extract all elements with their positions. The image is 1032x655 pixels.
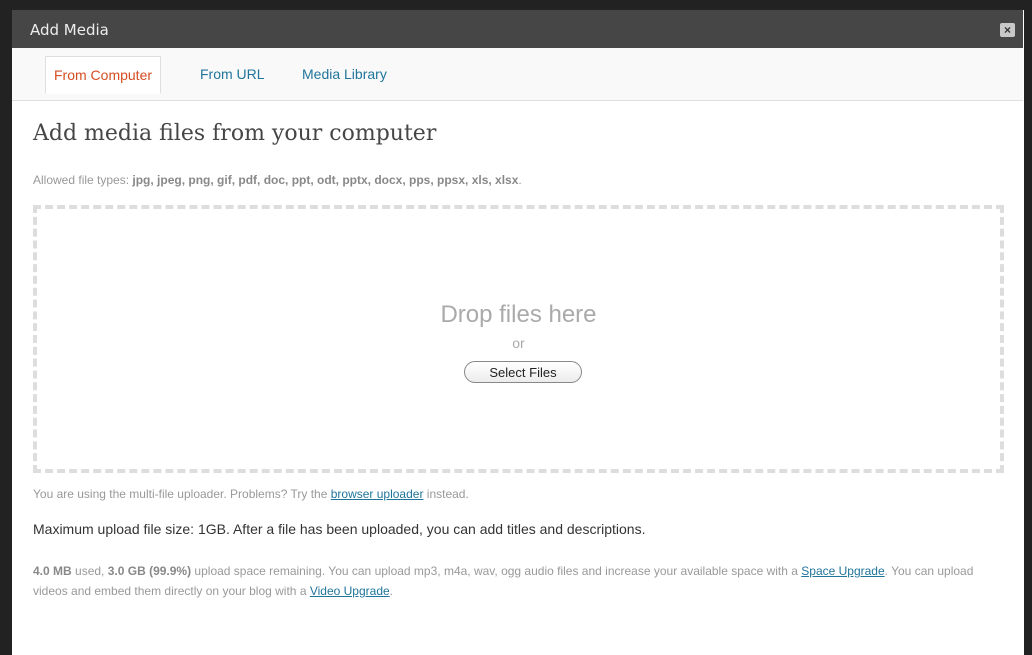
- max-upload-size: Maximum upload file size: 1GB. After a f…: [33, 521, 646, 537]
- tab-media-library[interactable]: Media Library: [294, 56, 395, 92]
- close-icon[interactable]: ×: [1000, 23, 1015, 37]
- uploader-notice-suffix: instead.: [423, 487, 469, 501]
- allowed-types-list: jpg, jpeg, png, gif, pdf, doc, ppt, odt,…: [132, 173, 519, 187]
- drop-zone[interactable]: Drop files here or Select Files: [33, 205, 1004, 473]
- space-upgrade-link[interactable]: Space Upgrade: [801, 564, 884, 578]
- add-media-dialog: Add Media × From Computer From URL Media…: [12, 10, 1023, 655]
- allowed-file-types: Allowed file types: jpg, jpeg, png, gif,…: [33, 173, 522, 187]
- tab-from-computer[interactable]: From Computer: [45, 56, 162, 94]
- space-text-1: used,: [71, 564, 108, 578]
- or-text: or: [512, 335, 525, 351]
- select-files-button[interactable]: Select Files: [464, 361, 582, 383]
- tab-bar: From Computer From URL Media Library: [12, 48, 1023, 101]
- allowed-suffix: .: [518, 173, 522, 187]
- overlay-top: [0, 0, 1032, 10]
- space-text-4: .: [389, 584, 394, 598]
- space-used: 4.0 MB: [33, 564, 72, 578]
- page-title: Add media files from your computer: [33, 121, 437, 146]
- video-upgrade-link[interactable]: Video Upgrade: [310, 584, 390, 598]
- upload-space-info: 4.0 MB used, 3.0 GB (99.9%) upload space…: [33, 561, 993, 601]
- dialog-titlebar: Add Media ×: [12, 10, 1023, 48]
- drop-files-text: Drop files here: [440, 301, 597, 328]
- space-text-2: upload space remaining. You can upload m…: [191, 564, 802, 578]
- uploader-notice-prefix: You are using the multi-file uploader. P…: [33, 487, 331, 501]
- space-remaining: 3.0 GB (99.9%): [107, 564, 192, 578]
- overlay-left: [0, 0, 12, 655]
- allowed-prefix: Allowed file types:: [33, 173, 133, 187]
- dialog-title: Add Media: [30, 21, 109, 39]
- overlay-right: [1024, 0, 1032, 655]
- browser-uploader-link[interactable]: browser uploader: [331, 487, 424, 501]
- tab-from-url[interactable]: From URL: [192, 56, 273, 92]
- uploader-notice: You are using the multi-file uploader. P…: [33, 487, 469, 501]
